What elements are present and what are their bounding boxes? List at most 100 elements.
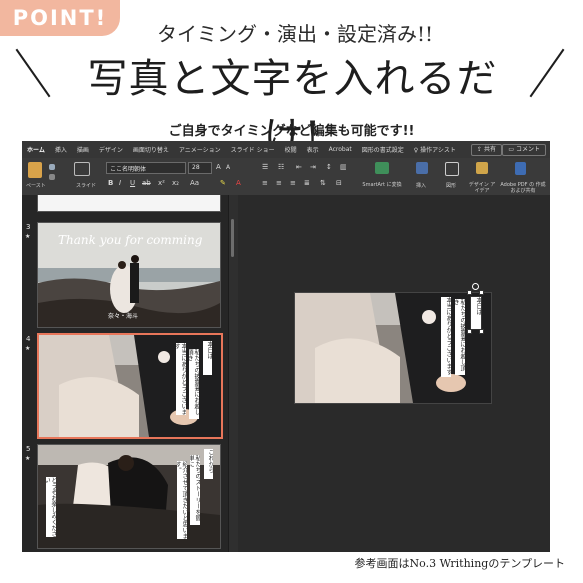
slide-thumbnail-5[interactable]: これから 私たちのストーリーを簡単に 紹介させて頂きたいと思います。 どうぞお楽… [37, 444, 221, 549]
insert-label: 挿入 [416, 183, 427, 189]
design-ideas-icon[interactable] [476, 162, 488, 174]
share-icon: ⇪ [477, 146, 483, 153]
rotate-handle-icon[interactable] [472, 283, 479, 290]
slide-number: 3 [26, 223, 31, 231]
subscript-icon[interactable]: x₂ [172, 179, 179, 187]
superscript-icon[interactable]: x² [158, 179, 165, 187]
slide-number: 4 [26, 335, 31, 343]
adobe-pdf-label: Adobe PDF の 作成および共有 [500, 182, 546, 194]
align-right-icon[interactable]: ≡ [290, 179, 296, 187]
caption: ご自身でタイミングなど編集も可能です!! [168, 124, 415, 139]
powerpoint-window: ホーム 挿入 描画 デザイン 画面切り替え アニメーション スライド ショー 校… [22, 141, 550, 552]
tab-slideshow[interactable]: スライド ショー [226, 145, 280, 154]
tab-animations[interactable]: アニメーション [174, 145, 226, 154]
tab-transitions[interactable]: 画面切り替え [128, 145, 174, 154]
tab-home[interactable]: ホーム [22, 145, 50, 154]
text-direction-icon[interactable]: ⇅ [320, 179, 326, 187]
slide5-text-2: 私たちのストーリーを簡単に [190, 455, 200, 525]
shape-icon[interactable] [445, 162, 459, 176]
resize-handle[interactable] [479, 290, 484, 295]
justify-icon[interactable]: ≣ [304, 179, 310, 187]
tab-draw[interactable]: 描画 [72, 145, 94, 154]
editor-text-2[interactable]: 私たちの披露宴にお越し頂き [455, 299, 465, 375]
format-painter-icon[interactable] [49, 164, 55, 170]
bold-icon[interactable]: B [108, 179, 113, 187]
slide-thumbnail-3[interactable]: Thank you for comming 奈々・海斗 [37, 222, 221, 328]
numbering-icon[interactable]: ☷ [278, 163, 284, 171]
strikethrough-icon[interactable]: ab [142, 179, 151, 187]
font-name-select[interactable]: ここ名明朝体 [106, 162, 186, 174]
smartart-label: SmartArt に変換 [362, 182, 402, 188]
point-badge: POINT! [0, 0, 120, 36]
tab-shape-format[interactable]: 図形の書式設定 [357, 145, 409, 154]
editor-text-3[interactable]: 本当にありがとうございます [441, 297, 451, 377]
font-size-value: 28 [192, 164, 200, 171]
slide5-text-1: これから [204, 449, 213, 479]
increase-indent-icon[interactable]: ⇥ [310, 163, 316, 171]
slide3-names: 奈々・海斗 [108, 313, 139, 320]
align-center-icon[interactable]: ≡ [276, 179, 282, 187]
align-text-icon[interactable]: ⊟ [336, 179, 342, 187]
tell-me-label: 操作アシスト [420, 147, 456, 154]
align-left-icon[interactable]: ≡ [262, 179, 268, 187]
tab-design[interactable]: デザイン [94, 145, 128, 154]
slide-thumbnail-2-partial[interactable] [37, 195, 221, 212]
smartart-icon[interactable] [375, 162, 389, 174]
new-slide-icon[interactable] [74, 162, 90, 176]
slide-label: スライド [76, 183, 97, 189]
shape-label: 図形 [446, 183, 457, 189]
highlight-icon[interactable]: ✎ [220, 179, 226, 187]
left-slash-decoration [15, 48, 51, 98]
italic-icon[interactable]: I [119, 179, 121, 187]
tab-view[interactable]: 表示 [302, 145, 324, 154]
slide-number: 5 [26, 445, 31, 453]
slide4-text-2: 私たちの披露宴にお越し頂き [189, 349, 199, 419]
slide4-text-1: 本日は [203, 341, 212, 375]
share-label: 共有 [483, 146, 496, 153]
right-slash-decoration [529, 48, 565, 98]
paste-icon[interactable] [28, 162, 42, 178]
adobe-pdf-icon[interactable] [515, 162, 526, 175]
comment-icon: ▭ [508, 146, 515, 153]
line-spacing-icon[interactable]: ↕ [326, 163, 332, 171]
ribbon-toolbar: ペースト スライド ここ名明朝体 28 A A B I U ab x² x₂ A… [22, 158, 550, 196]
increase-font-icon[interactable]: A [216, 163, 221, 171]
comment-label: コメント [515, 146, 540, 153]
editor-text-1-selected[interactable]: 本日は [470, 296, 482, 330]
share-button[interactable]: ⇪ 共有 [471, 144, 502, 156]
resize-handle[interactable] [467, 329, 472, 334]
tab-acrobat[interactable]: Acrobat [324, 146, 357, 153]
lightbulb-icon: ♀ [413, 147, 419, 154]
copy-icon[interactable] [49, 174, 55, 180]
font-color-icon[interactable]: A [236, 179, 241, 187]
decrease-font-icon[interactable]: A [226, 164, 230, 171]
animation-star-icon: ★ [25, 345, 31, 352]
slide-thumbnail-4-selected[interactable]: 本日は 私たちの披露宴にお越し頂き 本当にありがとうございます [37, 333, 223, 439]
footer-note: 参考画面はNo.3 Writhingのテンプレート [354, 557, 565, 570]
animation-star-icon: ★ [25, 455, 31, 462]
slide5-text-3: 紹介させて頂きたいと思います。 [177, 461, 187, 539]
thumbnail-scrollbar[interactable] [231, 219, 234, 257]
change-case-icon[interactable]: Aa [190, 179, 199, 187]
paste-label: ペースト [26, 183, 46, 189]
font-size-select[interactable]: 28 [188, 162, 212, 174]
current-slide-canvas[interactable]: 本日は 私たちの披露宴にお越し頂き 本当にありがとうございます [294, 292, 492, 404]
comment-button[interactable]: ▭ コメント [502, 144, 546, 156]
resize-handle[interactable] [467, 290, 472, 295]
design-ideas-label: デザイン アイデア [468, 182, 496, 194]
insert-icon[interactable] [416, 162, 428, 174]
ribbon-tabs: ホーム 挿入 描画 デザイン 画面切り替え アニメーション スライド ショー 校… [22, 141, 550, 158]
tell-me-search[interactable]: ♀ 操作アシスト [409, 145, 461, 154]
tab-insert[interactable]: 挿入 [50, 145, 72, 154]
slide5-text-4: どうぞお楽しみください [46, 477, 56, 537]
slide3-script-title: Thank you for comming [58, 233, 203, 247]
slide-editor: 本日は 私たちの披露宴にお越し頂き 本当にありがとうございます [238, 195, 550, 552]
bullets-icon[interactable]: ☰ [262, 163, 268, 171]
resize-handle[interactable] [479, 329, 484, 334]
underline-icon[interactable]: U [130, 179, 135, 187]
slide-thumbnail-panel: 3 ★ Thank you for comming 奈々・海斗 4 ★ 本日は … [22, 195, 228, 552]
subtitle: タイミング・演出・設定済み!! [156, 22, 434, 46]
tab-review[interactable]: 校閲 [280, 145, 302, 154]
columns-icon[interactable]: ▥ [340, 163, 347, 171]
decrease-indent-icon[interactable]: ⇤ [296, 163, 302, 171]
